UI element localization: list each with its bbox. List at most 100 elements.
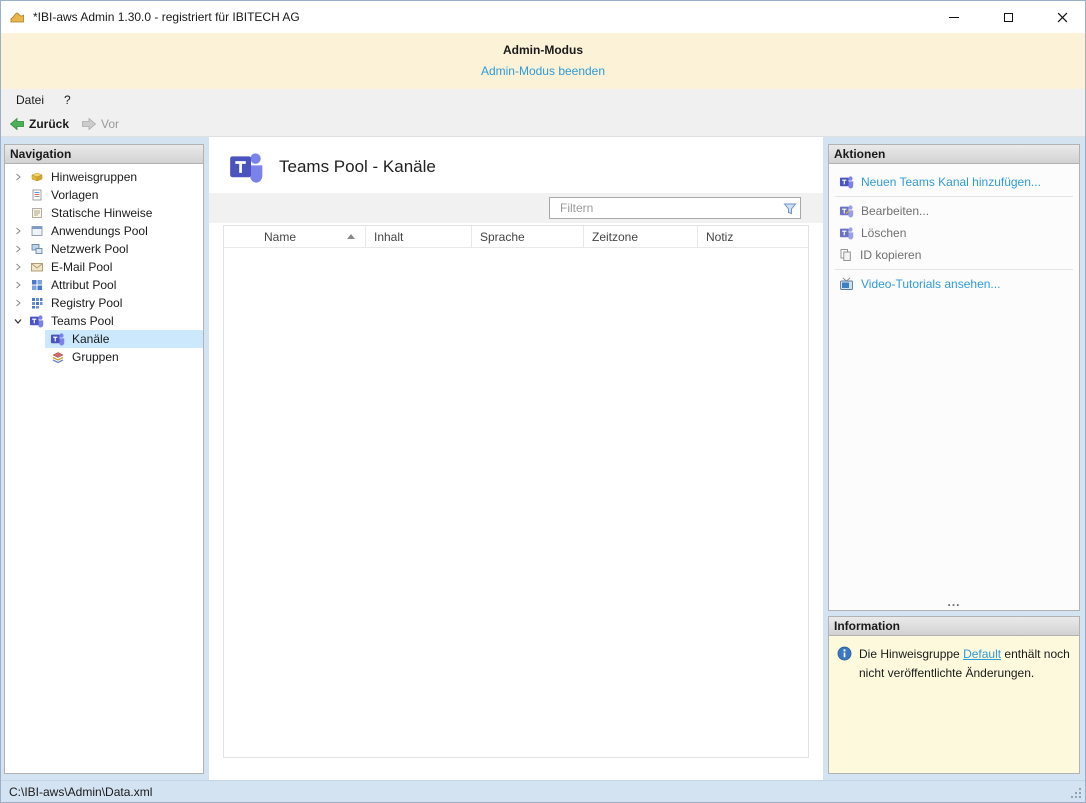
attribute-grid-icon (28, 278, 45, 292)
admin-mode-exit-link[interactable]: Admin-Modus beenden (481, 64, 605, 78)
action-add-teams-channel[interactable]: Neuen Teams Kanal hinzufügen... (829, 171, 1079, 193)
menu-datei[interactable]: Datei (7, 91, 53, 109)
sidebar-item-netzwerk-pool[interactable]: Netzwerk Pool (5, 240, 203, 258)
teams-delete-icon (839, 226, 854, 240)
action-label: Bearbeiten... (861, 204, 930, 218)
resize-grip[interactable] (1069, 786, 1081, 798)
chevron-right-icon[interactable] (11, 299, 25, 307)
forward-arrow-icon (82, 117, 97, 130)
sidebar-item-attribut-pool[interactable]: Attribut Pool (5, 276, 203, 294)
app-window: *IBI-aws Admin 1.30.0 - registriert für … (0, 0, 1086, 803)
sidebar-item-statische-hinweise[interactable]: Statische Hinweise (5, 204, 203, 222)
sidebar-item-label: E-Mail Pool (51, 260, 113, 274)
teams-icon (49, 332, 66, 346)
teams-icon (28, 314, 45, 328)
sidebar-item-vorlagen[interactable]: Vorlagen (5, 186, 203, 204)
chevron-down-icon[interactable] (11, 317, 25, 325)
titlebar: *IBI-aws Admin 1.30.0 - registriert für … (1, 1, 1085, 33)
navigation-header: Navigation (4, 144, 204, 164)
column-header-name[interactable]: Name (224, 226, 366, 247)
sidebar-item-label: Registry Pool (51, 296, 123, 310)
teams-icon-large (227, 150, 265, 184)
back-button[interactable]: Zurück (9, 117, 69, 131)
column-header-notiz[interactable]: Notiz (698, 226, 808, 247)
forward-label: Vor (101, 116, 120, 131)
sidebar-item-email-pool[interactable]: E-Mail Pool (5, 258, 203, 276)
forward-button[interactable]: Vor (81, 117, 119, 131)
sidebar-item-label: Attribut Pool (51, 278, 117, 292)
admin-mode-banner: Admin-Modus Admin-Modus beenden (1, 33, 1085, 89)
minimize-icon (949, 16, 959, 18)
filter-input[interactable] (550, 198, 780, 218)
information-header: Information (828, 616, 1080, 636)
sidebar-item-hinweisgruppen[interactable]: Hinweisgruppen (5, 168, 203, 186)
information-message: Die Hinweisgruppe Default enthält noch n… (859, 645, 1071, 682)
page-title: Teams Pool - Kanäle (279, 157, 436, 176)
admin-mode-title: Admin-Modus (503, 43, 583, 57)
tv-icon (839, 277, 854, 291)
back-label: Zurück (29, 116, 70, 131)
close-button[interactable] (1039, 1, 1085, 33)
teams-add-icon (839, 175, 854, 189)
sidebar-item-anwendungs-pool[interactable]: Anwendungs Pool (5, 222, 203, 240)
sidebar-item-kanaele[interactable]: Kanäle (45, 330, 203, 348)
filter-box (549, 197, 801, 219)
sidebar-item-gruppen[interactable]: Gruppen (45, 348, 203, 366)
action-copy-id[interactable]: ID kopieren (829, 244, 1079, 266)
statusbar-path: C:\IBI-aws\Admin\Data.xml (9, 784, 153, 799)
separator (835, 196, 1073, 197)
registry-grid-icon (28, 296, 45, 310)
window-title: *IBI-aws Admin 1.30.0 - registriert für … (33, 10, 300, 24)
column-header-zeitzone[interactable]: Zeitzone (584, 226, 698, 247)
action-video-tutorials[interactable]: Video-Tutorials ansehen... (829, 273, 1079, 295)
layers-icon (49, 350, 66, 364)
sidebar-item-label: Vorlagen (51, 188, 99, 202)
actions-overflow-dots[interactable]: ... (829, 596, 1079, 608)
chevron-right-icon[interactable] (11, 263, 25, 271)
application-window-icon (28, 224, 45, 238)
back-arrow-icon (9, 117, 24, 130)
chevron-right-icon[interactable] (11, 245, 25, 253)
actions-list: Neuen Teams Kanal hinzufügen... Bearbeit… (828, 164, 1080, 611)
workspace: Navigation Hinweisgruppen Vorlagen Stati… (1, 137, 1085, 780)
table-body-empty (224, 248, 808, 757)
menu-help[interactable]: ? (55, 91, 80, 109)
toolbar: Zurück Vor (1, 111, 1085, 137)
sidebar-item-label: Kanäle (72, 332, 110, 346)
action-label: Neuen Teams Kanal hinzufügen... (861, 175, 1041, 189)
column-label: Name (264, 229, 297, 244)
minimize-button[interactable] (931, 1, 977, 33)
sort-ascending-icon (347, 234, 355, 239)
column-header-inhalt[interactable]: Inhalt (366, 226, 472, 247)
sidebar-item-label: Anwendungs Pool (51, 224, 148, 238)
action-label: Löschen (861, 226, 907, 240)
menubar: Datei ? (1, 89, 1085, 111)
column-header-sprache[interactable]: Sprache (472, 226, 584, 247)
navigation-tree: Hinweisgruppen Vorlagen Statische Hinwei… (4, 164, 204, 774)
sidebar-item-teams-pool[interactable]: Teams Pool (5, 312, 203, 330)
maximize-button[interactable] (985, 1, 1031, 33)
channels-table: Name Inhalt Sprache Zeitzone Notiz (223, 225, 809, 758)
action-label: ID kopieren (860, 248, 922, 262)
info-text-before: Die Hinweisgruppe (859, 647, 964, 661)
information-body: Die Hinweisgruppe Default enthält noch n… (828, 636, 1080, 774)
chevron-right-icon[interactable] (11, 281, 25, 289)
chevron-right-icon[interactable] (11, 173, 25, 181)
information-panel: Information Die Hinweisgruppe Default en… (828, 616, 1080, 774)
default-group-link[interactable]: Default (963, 647, 1001, 661)
actions-header: Aktionen (828, 144, 1080, 164)
chevron-right-icon[interactable] (11, 227, 25, 235)
content-panel: Teams Pool - Kanäle Name Inhalt (209, 137, 823, 780)
filter-bar (209, 193, 823, 223)
table-header-row: Name Inhalt Sprache Zeitzone Notiz (224, 226, 808, 248)
sidebar-item-label: Teams Pool (51, 314, 114, 328)
actions-panel: Aktionen Neuen Teams Kanal hinzufügen...… (828, 144, 1080, 611)
action-delete[interactable]: Löschen (829, 222, 1079, 244)
copy-icon (839, 248, 853, 262)
sidebar-item-label: Hinweisgruppen (51, 170, 138, 184)
filter-funnel-icon[interactable] (780, 202, 800, 215)
sidebar-item-registry-pool[interactable]: Registry Pool (5, 294, 203, 312)
action-edit[interactable]: Bearbeiten... (829, 200, 1079, 222)
templates-icon (28, 188, 45, 202)
sidebar-item-label: Statische Hinweise (51, 206, 153, 220)
